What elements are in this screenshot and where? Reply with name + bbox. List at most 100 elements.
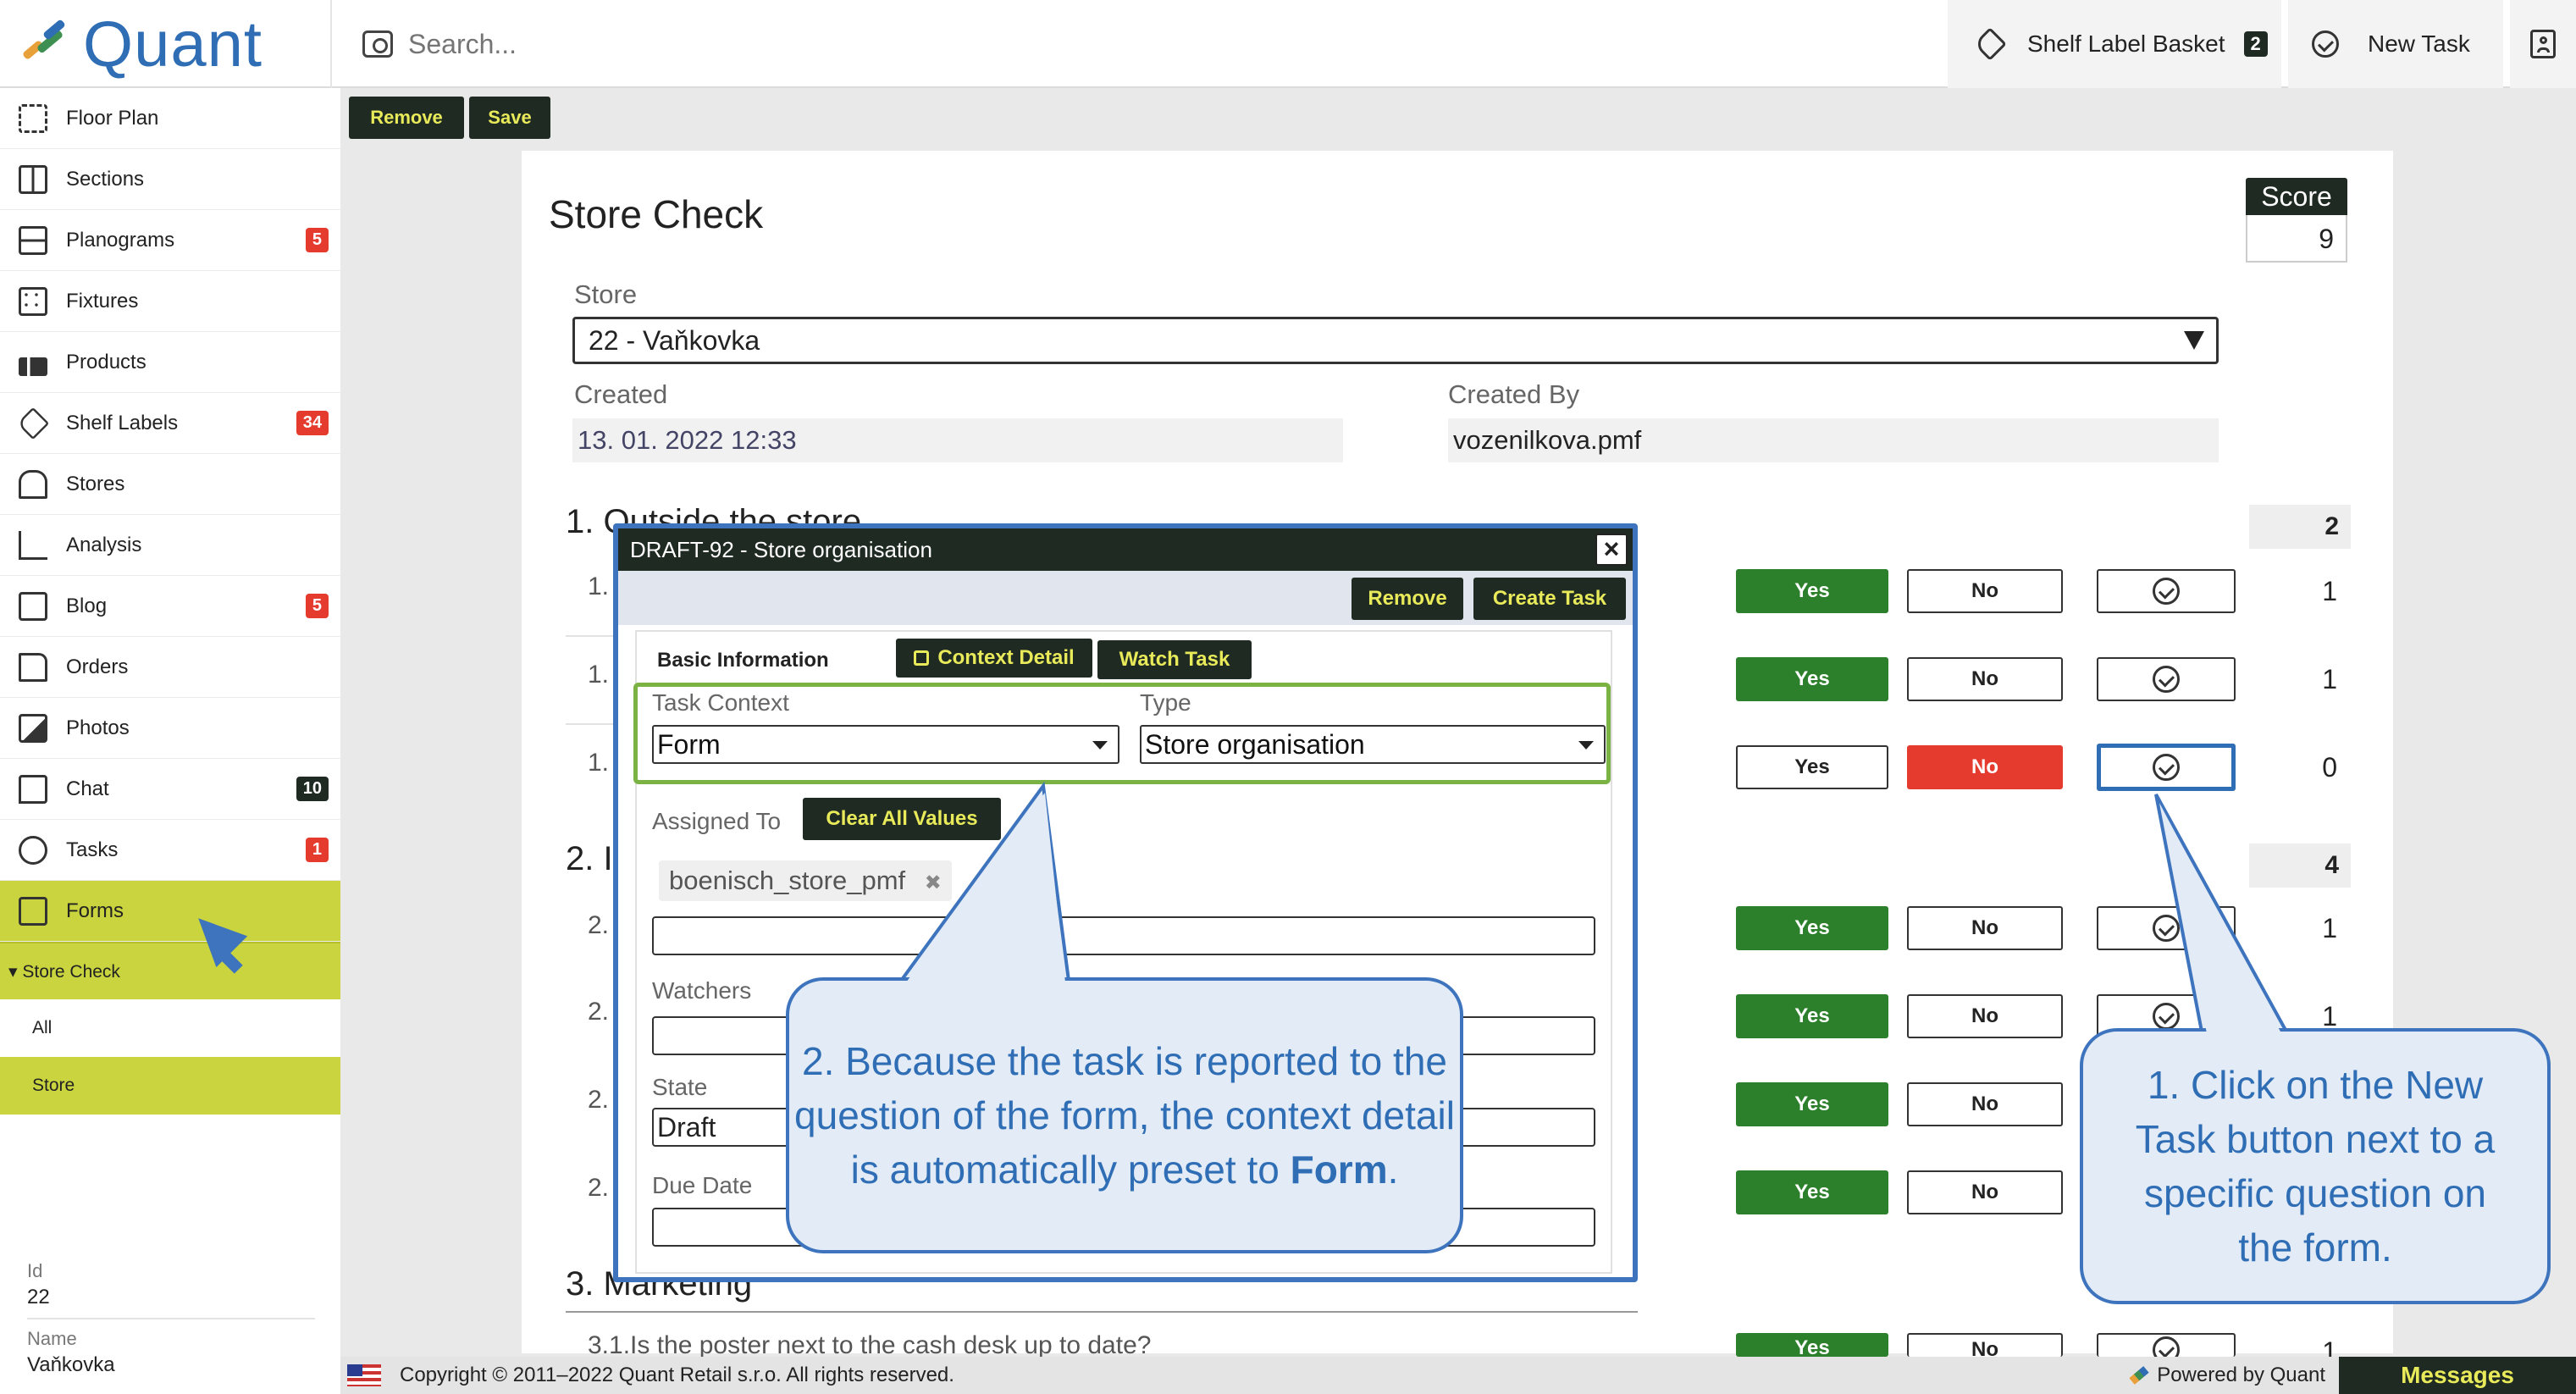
save-button[interactable]: Save xyxy=(469,97,550,139)
clear-all-values-button[interactable]: Clear All Values xyxy=(803,798,1001,840)
us-flag-icon[interactable] xyxy=(347,1364,381,1386)
score-value: 9 xyxy=(2246,215,2347,263)
sidebar-item-label: Analysis xyxy=(66,533,142,556)
sidebar-item-stores[interactable]: Stores xyxy=(0,454,340,515)
callout-two-text: 2. Because the task is reported to the q… xyxy=(789,1034,1460,1197)
type-select[interactable]: Store organisation xyxy=(1140,725,1606,764)
question-label: 1. xyxy=(588,749,610,777)
yes-button[interactable]: Yes xyxy=(1736,994,1888,1038)
sidebar-item-orders[interactable]: Orders xyxy=(0,637,340,698)
logo[interactable]: Quant xyxy=(17,8,263,80)
new-task-button[interactable]: New Task xyxy=(2288,0,2503,88)
sidebar-item-label: Products xyxy=(66,350,146,373)
sidebar-item-label: Blog xyxy=(66,594,108,617)
new-task-label: New Task xyxy=(2368,30,2470,57)
question-label: 1. xyxy=(588,661,610,689)
check-circle-icon xyxy=(2153,915,2180,942)
question-score: 1 xyxy=(2322,1336,2337,1357)
sidebar-item-blog[interactable]: Blog 5 xyxy=(0,576,340,637)
callout-two-bold: Form xyxy=(1290,1148,1388,1192)
sidebar-item-chat[interactable]: Chat 10 xyxy=(0,759,340,820)
copy-icon xyxy=(914,650,930,666)
task-context-label: Task Context xyxy=(652,689,789,716)
sidebar-item-fixtures[interactable]: Fixtures xyxy=(0,271,340,332)
sidebar-item-products[interactable]: Products xyxy=(0,332,340,393)
new-task-question-button[interactable] xyxy=(2097,1333,2236,1357)
no-button[interactable]: No xyxy=(1907,1170,2063,1214)
sidebar-item-forms[interactable]: Forms xyxy=(0,881,340,942)
no-button[interactable]: No xyxy=(1907,657,2063,701)
no-button[interactable]: No xyxy=(1907,569,2063,613)
sidebar-subitem-all[interactable]: All xyxy=(0,999,340,1057)
forms-icon xyxy=(19,896,47,926)
new-task-question-button-highlighted[interactable] xyxy=(2097,744,2236,791)
question-label: 1. xyxy=(588,573,610,600)
type-value: Store organisation xyxy=(1145,729,1365,760)
powered-by-text: Powered by Quant xyxy=(2157,1364,2325,1386)
score-label: Score xyxy=(2246,178,2347,215)
sidebar-item-planograms[interactable]: Planograms 5 xyxy=(0,210,340,271)
watch-task-button[interactable]: Watch Task xyxy=(1097,640,1252,679)
context-detail-tab[interactable]: Context Detail xyxy=(896,639,1092,678)
no-button[interactable]: No xyxy=(1907,1333,2063,1357)
assigned-to-input[interactable] xyxy=(652,916,1595,955)
question-label: 2. xyxy=(588,1174,610,1202)
yes-button[interactable]: Yes xyxy=(1736,1082,1888,1126)
yes-button[interactable]: Yes xyxy=(1736,569,1888,613)
sidebar-item-analysis[interactable]: Analysis xyxy=(0,515,340,576)
question-label: 3.1.Is the poster next to the cash desk … xyxy=(588,1331,1152,1359)
tasks-icon xyxy=(19,835,47,865)
create-task-button[interactable]: Create Task xyxy=(1473,578,1626,620)
yes-button[interactable]: Yes xyxy=(1736,745,1888,789)
assignee-chip: boenisch_store_pmf ✖ xyxy=(659,860,952,901)
no-button[interactable]: No xyxy=(1907,994,2063,1038)
yes-button[interactable]: Yes xyxy=(1736,1333,1888,1357)
yes-button[interactable]: Yes xyxy=(1736,1170,1888,1214)
sidebar-item-label: Shelf Labels xyxy=(66,411,179,434)
no-button[interactable]: No xyxy=(1907,745,2063,789)
yes-button[interactable]: Yes xyxy=(1736,906,1888,950)
fixtures-icon xyxy=(19,286,47,316)
section-score-1: 2 xyxy=(2249,505,2351,549)
new-task-question-button[interactable] xyxy=(2097,657,2236,701)
chip-remove-icon[interactable]: ✖ xyxy=(925,871,942,894)
no-button[interactable]: No xyxy=(1907,906,2063,950)
sidebar-item-label: Orders xyxy=(66,655,129,678)
new-task-question-button[interactable] xyxy=(2097,569,2236,613)
sidebar-subheader-store-check[interactable]: ▾ Store Check xyxy=(0,942,340,999)
camera-icon[interactable] xyxy=(362,30,393,58)
section-score-2: 4 xyxy=(2249,844,2351,888)
question-label: 2. xyxy=(588,998,610,1026)
sidebar-item-sections[interactable]: Sections xyxy=(0,149,340,210)
shelf-label-basket-button[interactable]: Shelf Label Basket 2 xyxy=(1948,0,2281,88)
yes-button[interactable]: Yes xyxy=(1736,657,1888,701)
callout-two-end: . xyxy=(1387,1148,1399,1192)
modal-header: DRAFT-92 - Store organisation × xyxy=(618,528,1633,571)
sidebar-item-photos[interactable]: Photos xyxy=(0,698,340,759)
close-icon[interactable]: × xyxy=(1595,534,1628,566)
modal-remove-button[interactable]: Remove xyxy=(1352,578,1463,620)
remove-button[interactable]: Remove xyxy=(349,97,464,139)
new-task-question-button[interactable] xyxy=(2097,906,2236,950)
quant-logo-icon xyxy=(17,19,71,69)
store-select-value: 22 - Vaňkovka xyxy=(589,325,760,356)
store-select[interactable]: 22 - Vaňkovka xyxy=(572,317,2219,364)
sidebar-item-shelf-labels[interactable]: Shelf Labels 34 xyxy=(0,393,340,454)
sidebar-subitem-store[interactable]: Store xyxy=(0,1057,340,1115)
task-context-select[interactable]: Form xyxy=(652,725,1119,764)
no-button[interactable]: No xyxy=(1907,1082,2063,1126)
info-id: Id 22 xyxy=(27,1260,50,1309)
user-profile-button[interactable] xyxy=(2510,0,2576,88)
section-title-2: 2. I xyxy=(566,840,613,877)
user-icon xyxy=(2530,30,2556,58)
search-bar[interactable] xyxy=(330,0,1939,88)
sidebar-item-floor-plan[interactable]: Floor Plan xyxy=(0,88,340,149)
sidebar-item-tasks[interactable]: Tasks 1 xyxy=(0,820,340,881)
planograms-badge: 5 xyxy=(305,228,329,252)
sidebar-item-label: Tasks xyxy=(66,838,119,861)
messages-button[interactable]: Messages xyxy=(2339,1357,2576,1394)
search-input[interactable] xyxy=(408,28,1678,60)
info-divider xyxy=(27,1318,315,1319)
basic-information-tab[interactable]: Basic Information xyxy=(657,649,829,672)
dropdown-arrow-icon xyxy=(1092,741,1108,750)
